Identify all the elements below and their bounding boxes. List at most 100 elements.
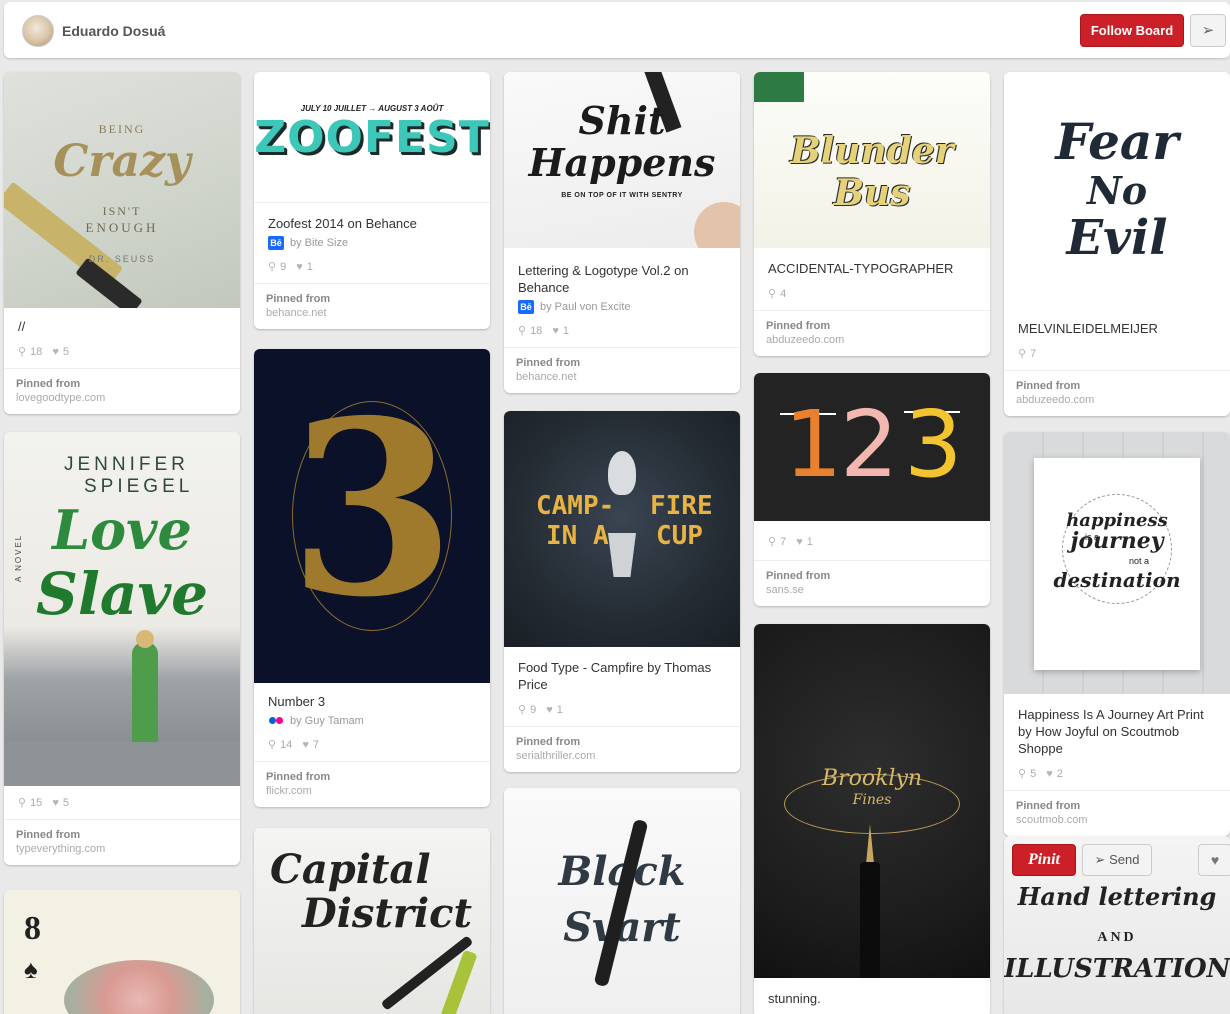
pin-description: Food Type - Campfire by Thomas Price xyxy=(518,660,712,692)
send-board-button[interactable]: ➢ xyxy=(1190,14,1226,47)
pin-image[interactable]: Black Svart xyxy=(504,788,740,1014)
source-domain: typeverything.com xyxy=(16,843,106,855)
pin-card[interactable]: Capital District xyxy=(254,828,490,1014)
repin-count: 14 xyxy=(280,738,293,751)
heart-icon: ♥ xyxy=(796,535,803,548)
pin-description: Happiness Is A Journey Art Print by How … xyxy=(1018,707,1204,756)
source-domain: sans.se xyxy=(766,584,804,596)
pin-image[interactable]: BEING Crazy ISN'T ENOUGH DR. SEUSS xyxy=(4,72,240,308)
repin-count: 4 xyxy=(780,287,787,300)
repin-count: 18 xyxy=(530,324,543,337)
pin-description: Zoofest 2014 on Behance xyxy=(254,202,490,232)
repin-icon: ⚲ xyxy=(518,325,527,337)
follow-board-button[interactable]: Follow Board xyxy=(1080,14,1184,47)
heart-icon: ♥ xyxy=(1046,767,1053,780)
send-pin-button[interactable]: ➢ Send xyxy=(1082,844,1152,876)
pin-image[interactable]: CAMP- IN A FIRE CUP xyxy=(504,411,740,647)
pin-card[interactable]: JENNIFER SPIEGEL Love Slave A NOVEL ⚲ 15 … xyxy=(4,432,240,865)
pin-image[interactable]: Capital District xyxy=(254,828,490,1014)
pinned-from[interactable]: Pinned from behance.net xyxy=(504,347,740,393)
pin-description: Number 3 xyxy=(268,694,326,709)
pin-stats: ⚲ 9 ♥ 1 xyxy=(504,693,740,726)
pinned-from[interactable]: Pinned from lovegoodtype.com xyxy=(4,368,240,414)
source-domain: flickr.com xyxy=(266,785,312,797)
pin-card[interactable]: happiness is a journey not a destination… xyxy=(1004,432,1230,836)
heart-icon: ♥ xyxy=(52,796,59,809)
pin-attribution[interactable]: Bē by Paul von Excite xyxy=(504,296,740,314)
pin-card[interactable]: Brooklyn Fines stunning. xyxy=(754,624,990,1014)
pinned-from[interactable]: Pinned from serialthriller.com xyxy=(504,726,740,772)
pin-image[interactable]: 3 xyxy=(254,349,490,683)
like-count: 1 xyxy=(306,260,313,273)
repin-icon: ⚲ xyxy=(1018,348,1027,360)
pin-card[interactable]: BEING Crazy ISN'T ENOUGH DR. SEUSS // ⚲ 1… xyxy=(4,72,240,414)
board-header: Eduardo Dosuá Follow Board ➢ xyxy=(4,2,1230,58)
pinned-from[interactable]: Pinned from scoutmob.com xyxy=(1004,790,1230,836)
pinned-from[interactable]: Pinned from sans.se xyxy=(754,560,990,606)
board-owner-name[interactable]: Eduardo Dosuá xyxy=(62,23,165,39)
source-domain: behance.net xyxy=(266,307,327,319)
pin-attribution[interactable]: by Guy Tamam xyxy=(254,710,490,728)
flickr-icon xyxy=(268,714,284,728)
pin-card[interactable]: Hand lettering AND ILLUSTRATION Pinit ➢ … xyxy=(1004,836,1230,1014)
repin-count: 15 xyxy=(30,796,43,809)
heart-icon: ♥ xyxy=(546,703,553,716)
behance-icon: Bē xyxy=(268,236,284,250)
pinned-from[interactable]: Pinned from abduzeedo.com xyxy=(754,310,990,356)
heart-icon: ♥ xyxy=(302,738,309,751)
source-domain: behance.net xyxy=(516,371,577,383)
source-domain: abduzeedo.com xyxy=(1016,394,1095,406)
pin-attribution[interactable]: Bē by Bite Size xyxy=(254,232,490,250)
pin-card[interactable]: CAMP- IN A FIRE CUP Food Type - Campfire… xyxy=(504,411,740,772)
pin-image[interactable]: JULY 10 JUILLET → AUGUST 3 AOÛT ZOOFEST xyxy=(254,72,490,202)
pin-card[interactable]: Blunder Bus ACCIDENTAL-TYPOGRAPHER ⚲ 4 Pi… xyxy=(754,72,990,356)
repin-icon: ⚲ xyxy=(18,797,27,809)
pin-stats: ⚲ 14 ♥ 7 xyxy=(254,728,490,761)
pin-image[interactable]: 8 ♠ xyxy=(4,890,240,1014)
paper-plane-icon: ➢ xyxy=(1094,852,1106,867)
pinned-from[interactable]: Pinned from typeverything.com xyxy=(4,819,240,865)
pinned-from[interactable]: Pinned from abduzeedo.com xyxy=(1004,370,1230,416)
pin-stats: ⚲ 7 xyxy=(1004,337,1230,370)
pin-image[interactable]: Fear No Evil xyxy=(1004,72,1230,308)
repin-count: 7 xyxy=(1030,347,1037,360)
source-domain: abduzeedo.com xyxy=(766,334,845,346)
pin-stats: ⚲ 9 ♥ 1 xyxy=(254,250,490,283)
like-button[interactable]: ♥ xyxy=(1198,844,1230,876)
pin-image[interactable]: 1 2 3 xyxy=(754,373,990,521)
heart-icon: ♥ xyxy=(52,345,59,358)
pin-image[interactable]: JENNIFER SPIEGEL Love Slave A NOVEL xyxy=(4,432,240,786)
repin-icon: ⚲ xyxy=(268,739,277,751)
pin-it-button[interactable]: Pinit xyxy=(1012,844,1076,876)
paper-plane-icon: ➢ xyxy=(1201,22,1215,39)
heart-icon: ♥ xyxy=(296,260,303,273)
pin-card[interactable]: Black Svart xyxy=(504,788,740,1014)
pin-description: Lettering & Logotype Vol.2 on Behance xyxy=(518,263,689,295)
pin-card[interactable]: 3 Number 3 by Guy Tamam ⚲ 14 ♥ 7 Pinned fr… xyxy=(254,349,490,807)
pin-card[interactable]: Shit Happens BE ON TOP OF IT WITH SENTRY… xyxy=(504,72,740,393)
pin-stats: ⚲ 7 ♥ 1 xyxy=(754,521,990,560)
pin-card[interactable]: 1 2 3 ⚲ 7 ♥ 1 Pinned from sans.se xyxy=(754,373,990,606)
pin-description: MELVINLEIDELMEIJER xyxy=(1018,321,1158,336)
pin-card[interactable]: Fear No Evil MELVINLEIDELMEIJER ⚲ 7 Pinne… xyxy=(1004,72,1230,416)
pin-stats: ⚲ 15 ♥ 5 xyxy=(4,786,240,819)
pin-image[interactable]: Shit Happens BE ON TOP OF IT WITH SENTRY xyxy=(504,72,740,248)
heart-icon: ♥ xyxy=(1210,852,1220,868)
repin-count: 9 xyxy=(280,260,287,273)
pin-stats: ⚲ 4 xyxy=(754,277,990,310)
pinned-from[interactable]: Pinned from behance.net xyxy=(254,283,490,329)
pin-description: ACCIDENTAL-TYPOGRAPHER xyxy=(768,261,954,276)
pin-image[interactable]: happiness is a journey not a destination xyxy=(1004,432,1230,694)
avatar[interactable] xyxy=(22,15,54,47)
spade-icon: ♠ xyxy=(24,954,38,984)
pin-image[interactable]: Brooklyn Fines xyxy=(754,624,990,978)
like-count: 5 xyxy=(62,796,69,809)
repin-count: 9 xyxy=(530,703,537,716)
pin-description: stunning. xyxy=(768,991,821,1006)
pin-card[interactable]: 8 ♠ xyxy=(4,890,240,1014)
like-count: 1 xyxy=(806,535,813,548)
pin-card[interactable]: JULY 10 JUILLET → AUGUST 3 AOÛT ZOOFEST … xyxy=(254,72,490,329)
like-count: 1 xyxy=(562,324,569,337)
pin-image[interactable]: Blunder Bus xyxy=(754,72,990,248)
pinned-from[interactable]: Pinned from flickr.com xyxy=(254,761,490,807)
